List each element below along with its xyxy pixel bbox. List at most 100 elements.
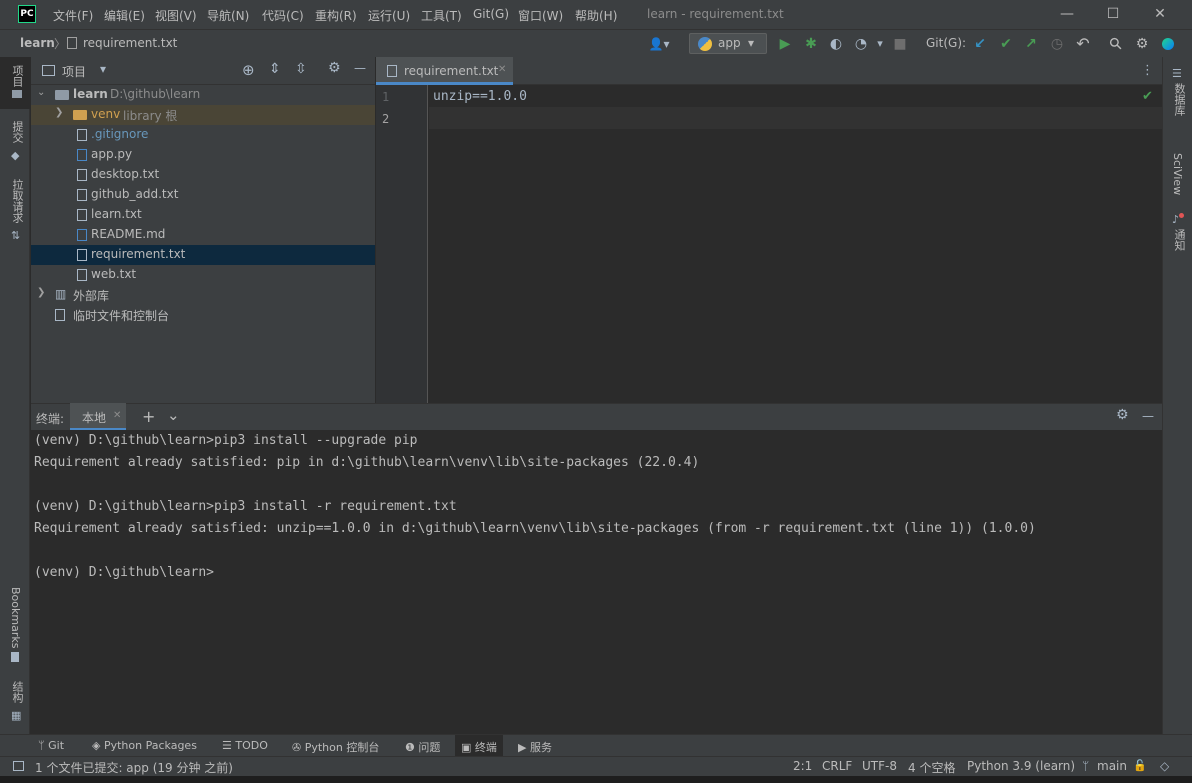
- tree-root[interactable]: ⌄ learn D:\github\learn: [31, 85, 375, 105]
- tree-item-learn[interactable]: learn.txt: [31, 205, 375, 225]
- menu-git[interactable]: Git(G): [473, 7, 509, 21]
- git-history-icon[interactable]: ◷: [1048, 35, 1066, 53]
- menu-run[interactable]: 运行(U): [368, 7, 410, 24]
- line-separator[interactable]: CRLF: [822, 759, 852, 773]
- tree-item-requirement[interactable]: requirement.txt: [31, 245, 375, 265]
- chevron-down-icon[interactable]: ▾: [100, 62, 106, 76]
- hide-panel-icon[interactable]: —: [354, 61, 366, 75]
- project-panel-title[interactable]: 项目: [62, 63, 86, 80]
- tool-terminal[interactable]: ▣ 终端: [455, 735, 503, 756]
- terminal-title: 终端:: [36, 412, 65, 426]
- minimize-icon[interactable]: —: [1057, 4, 1077, 24]
- code-editor[interactable]: [429, 85, 1162, 403]
- tool-label: 终端: [474, 741, 497, 754]
- hide-panel-icon[interactable]: —: [1142, 409, 1154, 423]
- tree-item-app-py[interactable]: app.py: [31, 145, 375, 165]
- tree-item-venv[interactable]: ❯ venv library 根: [31, 105, 375, 125]
- gear-icon[interactable]: ⚙: [328, 60, 341, 76]
- tool-problems[interactable]: ❶ 问题: [405, 739, 440, 755]
- file-encoding[interactable]: UTF-8: [862, 759, 897, 773]
- tool-structure[interactable]: 结构: [9, 681, 25, 703]
- add-tab-icon[interactable]: +: [142, 407, 155, 426]
- terminal-tab-local[interactable]: 本地 ✕: [70, 403, 126, 430]
- gear-icon[interactable]: ⚙: [1116, 407, 1129, 423]
- tool-pull-requests[interactable]: 拉取请求: [9, 179, 25, 223]
- status-message[interactable]: 1 个文件已提交: app (19 分钟 之前): [35, 759, 233, 776]
- tree-item-web[interactable]: web.txt: [31, 265, 375, 285]
- tool-project[interactable]: 项目: [9, 65, 25, 87]
- tool-python-console[interactable]: ✇ Python 控制台: [292, 739, 379, 755]
- notification-icon[interactable]: ◇: [1160, 759, 1169, 773]
- python-interpreter[interactable]: Python 3.9 (learn): [967, 759, 1075, 773]
- menu-tools[interactable]: 工具(T): [421, 7, 462, 24]
- jetbrains-gateway-icon[interactable]: [1162, 38, 1174, 50]
- maximize-icon[interactable]: ☐: [1103, 4, 1123, 24]
- text-file-icon: [77, 269, 87, 281]
- menu-file[interactable]: 文件(F): [53, 7, 93, 24]
- tool-todo[interactable]: ☰ TODO: [222, 739, 268, 752]
- inspection-ok-icon[interactable]: ✔: [1142, 89, 1153, 104]
- project-tree: ⌄ learn D:\github\learn ❯ venv library 根…: [31, 85, 375, 403]
- lock-icon[interactable]: 🔓: [1133, 759, 1147, 772]
- coverage-icon[interactable]: ◐: [827, 35, 845, 53]
- tool-git[interactable]: ᛘ Git: [38, 739, 64, 752]
- expand-all-icon[interactable]: ⇕: [269, 61, 281, 77]
- git-push-icon[interactable]: ↗: [1022, 35, 1040, 53]
- menu-help[interactable]: 帮助(H): [575, 7, 617, 24]
- tree-item-github-add[interactable]: github_add.txt: [31, 185, 375, 205]
- terminal-line: Requirement already satisfied: pip in d:…: [34, 455, 700, 470]
- tree-item-desktop[interactable]: desktop.txt: [31, 165, 375, 185]
- tool-database[interactable]: 数据库: [1171, 83, 1187, 116]
- python-file-icon: [77, 149, 87, 161]
- debug-icon[interactable]: ✱: [802, 35, 820, 53]
- more-options-icon[interactable]: ⋮: [1141, 63, 1154, 78]
- tab-close-icon[interactable]: ✕: [498, 64, 506, 75]
- tool-commit[interactable]: 提交: [9, 121, 25, 143]
- tool-notifications[interactable]: 通知: [1171, 229, 1187, 251]
- tool-python-packages[interactable]: ◈ Python Packages: [92, 739, 197, 752]
- menu-edit[interactable]: 编辑(E): [104, 7, 145, 24]
- profile-icon[interactable]: ◔: [852, 35, 870, 53]
- pycharm-logo-icon[interactable]: PC: [18, 5, 36, 23]
- git-update-icon[interactable]: ↙: [971, 35, 989, 53]
- text-file-icon: [67, 37, 77, 49]
- tab-requirement[interactable]: requirement.txt ✕: [376, 57, 513, 85]
- tool-label: TODO: [235, 739, 268, 752]
- tool-bookmarks[interactable]: Bookmarks: [9, 587, 22, 648]
- close-icon[interactable]: ✕: [1150, 4, 1170, 24]
- tool-label: 服务: [529, 741, 552, 754]
- more-run-icon[interactable]: ▾: [871, 35, 889, 53]
- collapse-all-icon[interactable]: ⇳: [295, 61, 307, 77]
- chevron-right-icon[interactable]: ❯: [37, 287, 45, 298]
- locate-icon[interactable]: ⊕: [242, 61, 255, 79]
- tab-close-icon[interactable]: ✕: [113, 410, 121, 421]
- terminal-output[interactable]: [31, 430, 1162, 734]
- chevron-down-icon[interactable]: ⌄: [37, 87, 45, 98]
- tree-item-gitignore[interactable]: .gitignore: [31, 125, 375, 145]
- menu-refactor[interactable]: 重构(R): [315, 7, 357, 24]
- menu-navigate[interactable]: 导航(N): [207, 7, 249, 24]
- user-icon[interactable]: 👤▾: [646, 35, 672, 53]
- run-icon[interactable]: ▶: [776, 35, 794, 53]
- settings-icon[interactable]: ⚙: [1133, 35, 1151, 53]
- caret-position[interactable]: 2:1: [793, 759, 812, 773]
- chevron-right-icon[interactable]: ❯: [55, 107, 63, 118]
- indent-setting[interactable]: 4 个空格: [908, 759, 955, 776]
- stop-icon[interactable]: ■: [891, 35, 909, 53]
- git-commit-icon[interactable]: ✔: [997, 35, 1015, 53]
- tool-sciview[interactable]: SciView: [1171, 153, 1184, 195]
- tree-item-scratches[interactable]: 临时文件和控制台: [31, 305, 375, 325]
- tree-item-readme[interactable]: README.md: [31, 225, 375, 245]
- chevron-down-icon[interactable]: ⌄: [167, 406, 180, 424]
- search-icon[interactable]: ⚲: [1103, 31, 1128, 56]
- menu-window[interactable]: 窗口(W): [518, 7, 563, 24]
- tool-services[interactable]: ▶ 服务: [518, 739, 552, 755]
- git-branch[interactable]: main: [1097, 759, 1127, 773]
- menu-code[interactable]: 代码(C): [262, 7, 304, 24]
- tree-item-external-libs[interactable]: ❯ ▥ 外部库: [31, 285, 375, 305]
- toggle-tool-windows-icon[interactable]: [13, 761, 24, 771]
- git-rollback-icon[interactable]: ↶: [1074, 35, 1092, 53]
- menu-view[interactable]: 视图(V): [155, 7, 197, 24]
- breadcrumb-project[interactable]: learn: [20, 36, 55, 50]
- breadcrumb-file[interactable]: requirement.txt: [83, 36, 177, 50]
